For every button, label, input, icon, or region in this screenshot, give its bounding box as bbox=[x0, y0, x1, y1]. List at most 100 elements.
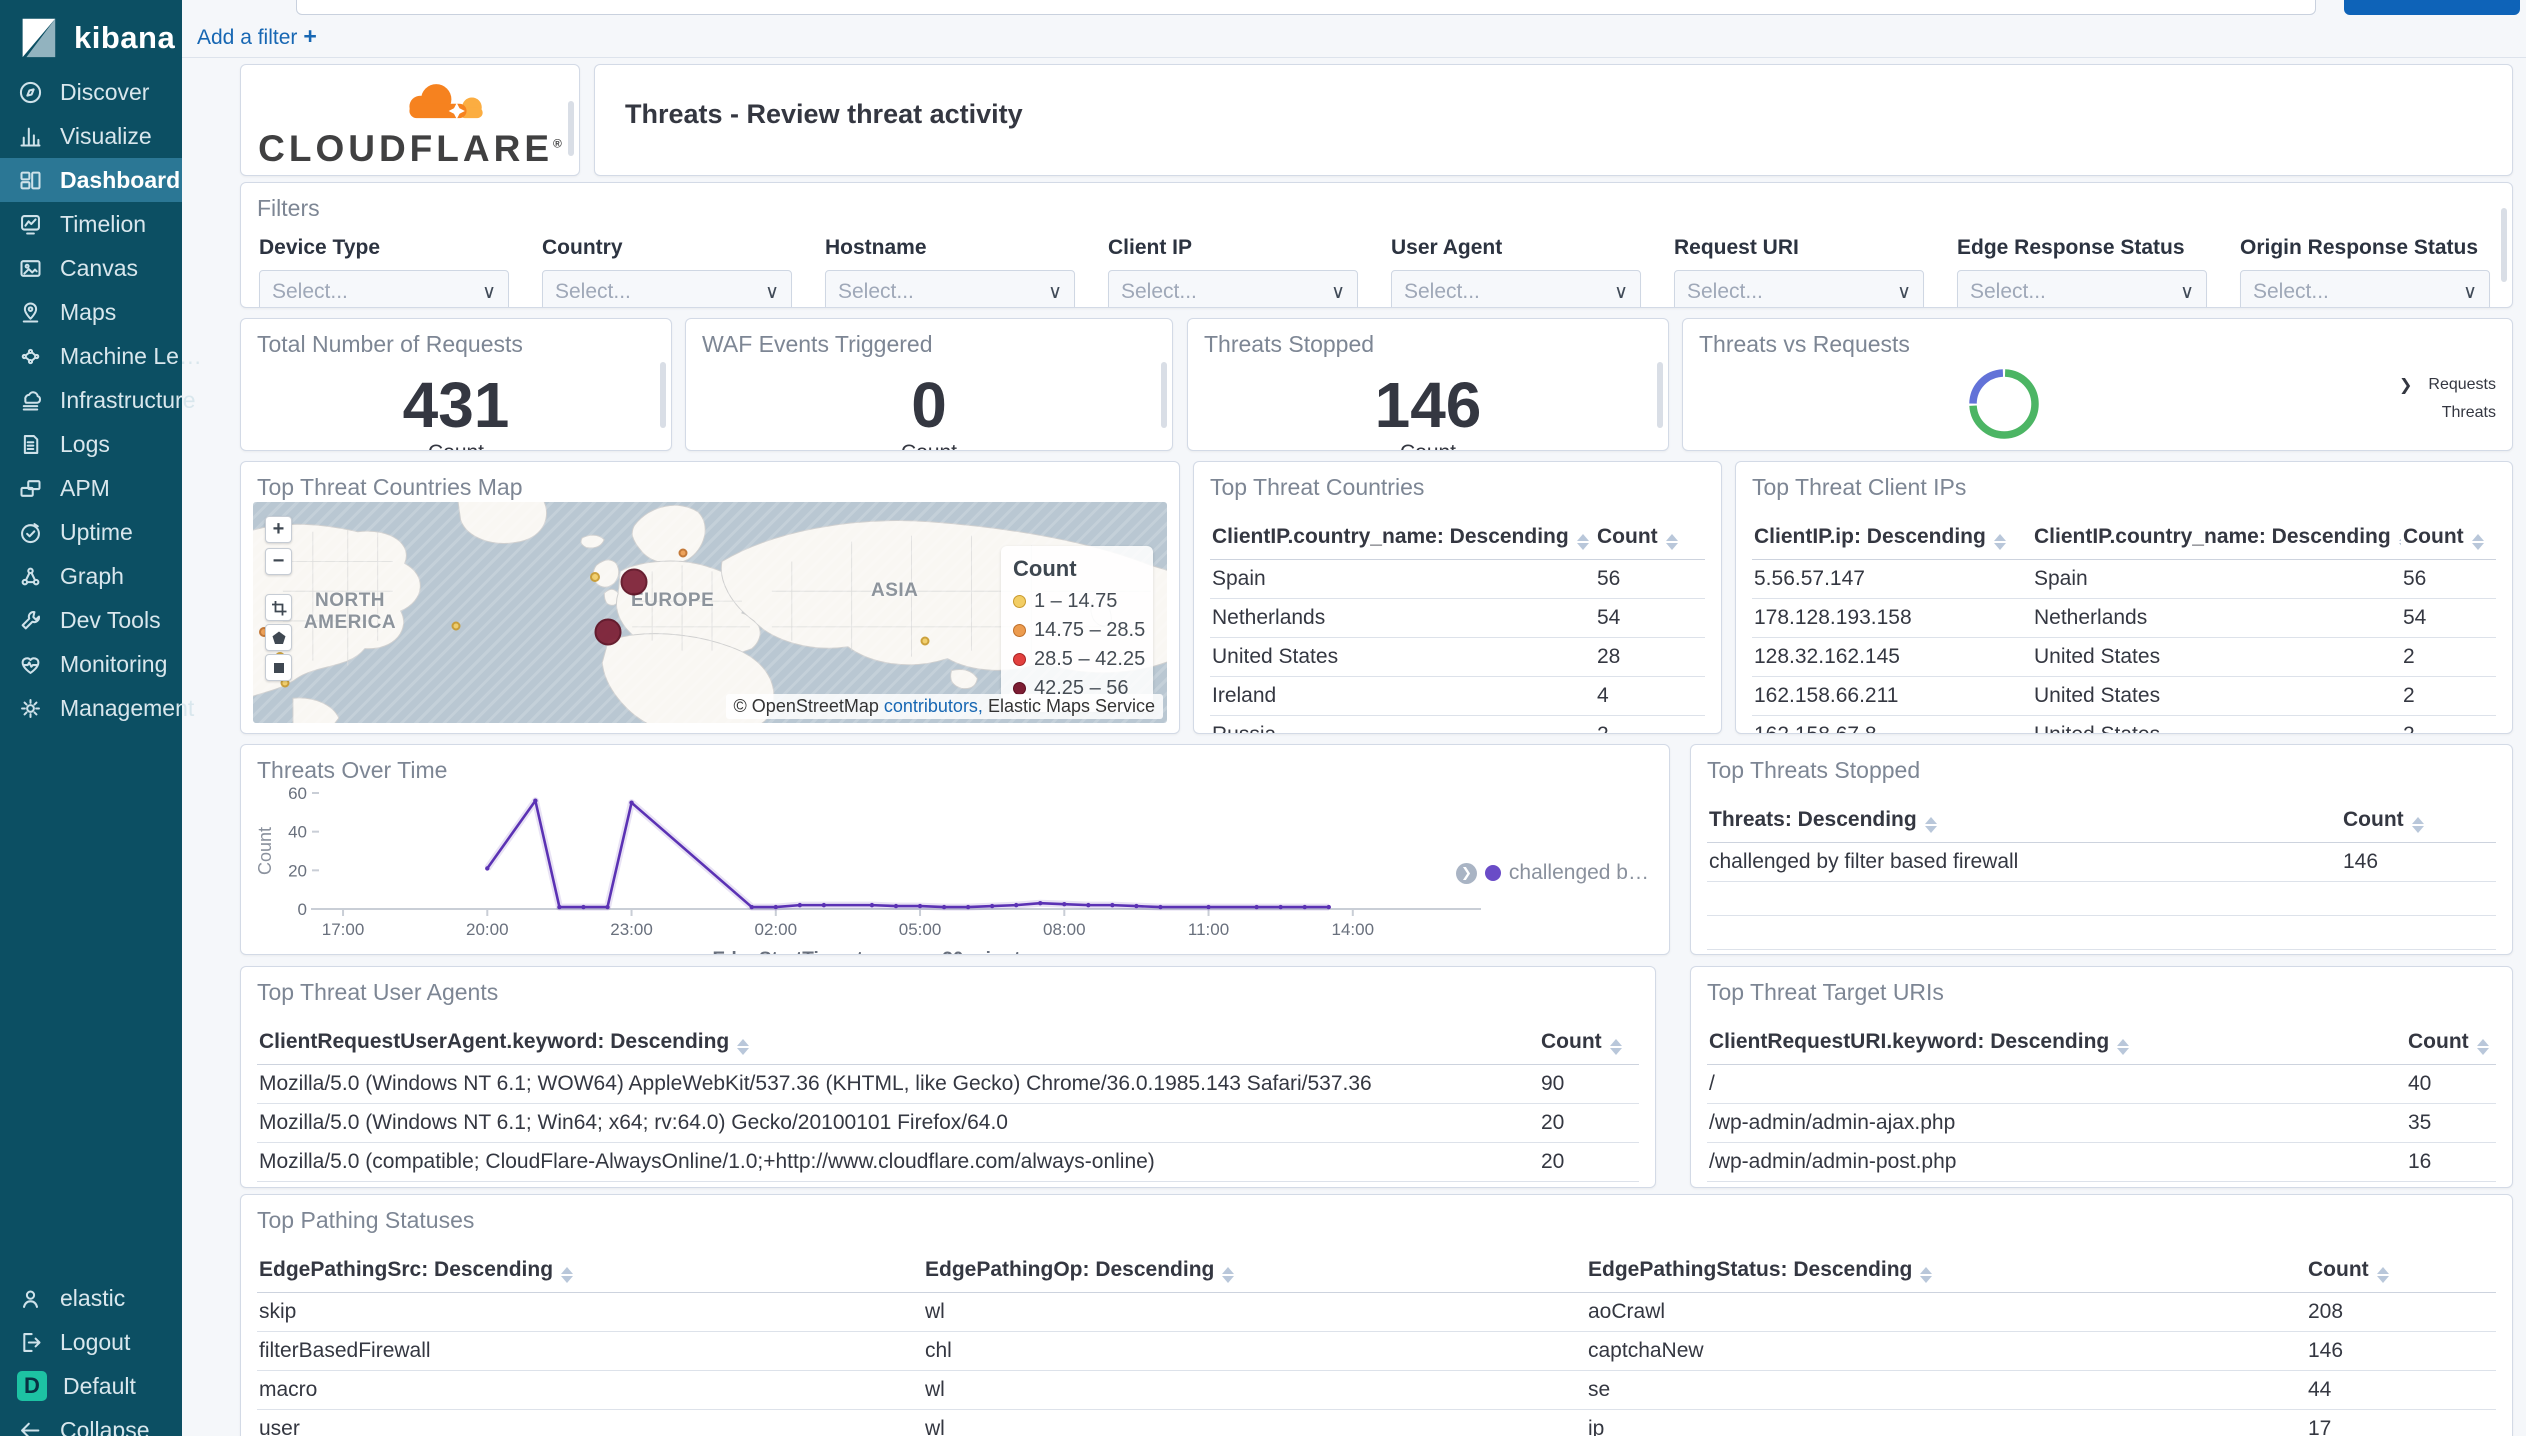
search-input[interactable] bbox=[296, 0, 2316, 15]
kibana-logo-icon bbox=[14, 13, 60, 64]
column-header[interactable]: Count bbox=[2401, 517, 2496, 560]
map-bubble-china[interactable] bbox=[920, 636, 930, 646]
sort-icon[interactable] bbox=[2376, 1267, 2389, 1283]
column-header[interactable]: Count bbox=[2406, 1022, 2496, 1065]
request-uri-select[interactable]: Select... ∨ bbox=[1674, 270, 1924, 307]
legend-expand-icon[interactable]: ❯ bbox=[1455, 862, 1477, 884]
sidebar-item-management[interactable]: Management bbox=[0, 686, 194, 730]
sidebar-item-timelion[interactable]: Timelion bbox=[0, 202, 182, 246]
column-header[interactable]: ClientRequestURI.keyword: Descending bbox=[1707, 1022, 2406, 1065]
sort-icon[interactable] bbox=[2476, 1039, 2489, 1055]
table-cell: user bbox=[257, 1409, 923, 1436]
table-row: Mozilla/5.0 (compatible; MSIE 9.0; Windo… bbox=[257, 1181, 1639, 1187]
map-zoom-out-button[interactable]: − bbox=[265, 548, 292, 575]
legend-expand-icon[interactable]: ❯ bbox=[2399, 375, 2412, 395]
column-header[interactable]: Count bbox=[1539, 1022, 1639, 1065]
edge-response-status-select[interactable]: Select... ∨ bbox=[1957, 270, 2207, 307]
legend-label[interactable]: Requests bbox=[2428, 376, 2496, 394]
map-bubble-russia[interactable] bbox=[678, 548, 688, 558]
threats-arc[interactable] bbox=[1969, 369, 2004, 404]
sidebar-item-logs[interactable]: Logs bbox=[0, 422, 182, 466]
sidebar-item-visualize[interactable]: Visualize bbox=[0, 114, 182, 158]
user-agent-select[interactable]: Select... ∨ bbox=[1391, 270, 1641, 307]
panel-title: WAF Events Triggered bbox=[702, 331, 933, 357]
panel-scrollbar[interactable] bbox=[660, 362, 666, 428]
sort-icon[interactable] bbox=[1920, 1267, 1933, 1283]
sidebar-item-discover[interactable]: Discover bbox=[0, 70, 182, 114]
threats-over-time-chart[interactable]: 0 20 40 60 Count 17:00 20:00 23:00 02:00 05:00 08:… bbox=[255, 781, 1497, 945]
attribution-link[interactable]: contributors, bbox=[884, 696, 983, 716]
sidebar-item-apm[interactable]: APM bbox=[0, 466, 182, 510]
map-bubble-netherlands[interactable] bbox=[620, 568, 648, 596]
column-header[interactable]: ClientRequestUserAgent.keyword: Descendi… bbox=[257, 1022, 1539, 1065]
sidebar-item-monitoring[interactable]: Monitoring bbox=[0, 642, 182, 686]
svg-text:40: 40 bbox=[288, 823, 307, 842]
sort-icon[interactable] bbox=[2117, 1039, 2130, 1055]
sort-icon[interactable] bbox=[2471, 534, 2484, 550]
sidebar-item-collapse[interactable]: Collapse bbox=[0, 1408, 182, 1436]
map-draw-polygon-tool[interactable] bbox=[265, 624, 292, 651]
column-header[interactable]: ClientIP.country_name: Descending bbox=[1210, 517, 1595, 560]
sort-icon[interactable] bbox=[2398, 534, 2401, 550]
sidebar-item-graph[interactable]: Graph bbox=[0, 554, 182, 598]
sort-icon[interactable] bbox=[737, 1039, 750, 1055]
panel-scrollbar[interactable] bbox=[1657, 362, 1663, 428]
panel-scrollbar[interactable] bbox=[2501, 207, 2507, 283]
sidebar-item-elastic[interactable]: elastic bbox=[0, 1276, 182, 1320]
sort-icon[interactable] bbox=[2411, 817, 2424, 833]
sort-icon[interactable] bbox=[1222, 1267, 1235, 1283]
sort-icon[interactable] bbox=[1576, 534, 1589, 550]
sidebar-item-infrastructure[interactable]: Infrastructure bbox=[0, 378, 196, 422]
sort-icon[interactable] bbox=[1924, 817, 1937, 833]
threats-vs-requests-donut[interactable] bbox=[1961, 361, 2047, 447]
sidebar-item-canvas[interactable]: Canvas bbox=[0, 246, 182, 290]
device-type-select[interactable]: Select... ∨ bbox=[259, 270, 509, 307]
panel-scrollbar[interactable] bbox=[568, 101, 574, 157]
sidebar-item-label: Timelion bbox=[60, 210, 147, 237]
map-bubble-united-states[interactable] bbox=[451, 621, 461, 631]
map-bubble-spain[interactable] bbox=[594, 618, 622, 646]
sidebar-item-devtools[interactable]: Dev Tools bbox=[0, 598, 182, 642]
column-header[interactable]: ClientIP.country_name: Descending bbox=[2032, 517, 2401, 560]
table-cell: 2 bbox=[1595, 715, 1705, 733]
kibana-logo[interactable]: kibana bbox=[0, 0, 182, 66]
sidebar-item-uptime[interactable]: Uptime bbox=[0, 510, 182, 554]
column-header[interactable]: ClientIP.ip: Descending bbox=[1752, 517, 2032, 560]
column-header[interactable]: EdgePathingOp: Descending bbox=[923, 1250, 1586, 1293]
column-header[interactable]: Count bbox=[2306, 1250, 2496, 1293]
column-header[interactable]: Count bbox=[2341, 800, 2496, 843]
sidebar-item-dashboard[interactable]: Dashboard bbox=[0, 158, 182, 202]
threat-countries-map-panel: Top Threat Countries Map NORTH AMERICA E… bbox=[240, 461, 1180, 734]
sort-icon[interactable] bbox=[1609, 1039, 1622, 1055]
update-button[interactable] bbox=[2344, 0, 2520, 15]
hostname-select[interactable]: Select... ∨ bbox=[825, 270, 1075, 307]
origin-response-status-select[interactable]: Select... ∨ bbox=[2240, 270, 2490, 307]
column-header[interactable]: Count bbox=[1595, 517, 1705, 560]
map-bubble-united-kingdom[interactable] bbox=[589, 572, 600, 583]
map-viewport[interactable]: NORTH AMERICA EUROPE ASIA + − Count 1 – … bbox=[253, 502, 1167, 723]
sort-icon[interactable] bbox=[1665, 534, 1678, 550]
legend-label[interactable]: Threats bbox=[2442, 404, 2496, 422]
column-header[interactable]: EdgePathingStatus: Descending bbox=[1586, 1250, 2306, 1293]
sort-icon[interactable] bbox=[561, 1267, 574, 1283]
table-cell: Mozilla/5.0 (compatible; CloudFlare-Alwa… bbox=[257, 1142, 1539, 1182]
sidebar-item-maps[interactable]: Maps bbox=[0, 290, 182, 334]
svg-text:14:00: 14:00 bbox=[1332, 920, 1375, 939]
svg-text:08:00: 08:00 bbox=[1043, 920, 1086, 939]
panel-scrollbar[interactable] bbox=[1161, 362, 1167, 428]
map-draw-rectangle-tool[interactable] bbox=[265, 654, 292, 681]
legend-label[interactable]: challenged b… bbox=[1509, 861, 1649, 885]
sidebar-item-logout[interactable]: Logout bbox=[0, 1320, 182, 1364]
map-draw-bounds-tool[interactable] bbox=[265, 594, 292, 621]
country-select[interactable]: Select... ∨ bbox=[542, 270, 792, 307]
add-filter-link[interactable]: Add a filter + bbox=[197, 23, 317, 50]
map-zoom-in-button[interactable]: + bbox=[265, 516, 292, 543]
registered-mark: ® bbox=[553, 136, 562, 151]
column-header[interactable]: EdgePathingSrc: Descending bbox=[257, 1250, 923, 1293]
sidebar-item-default[interactable]: D Default bbox=[0, 1364, 182, 1408]
sort-icon[interactable] bbox=[1993, 534, 2006, 550]
table-cell: Spain bbox=[2032, 559, 2401, 599]
column-header[interactable]: Threats: Descending bbox=[1707, 800, 2341, 843]
client-ip-select[interactable]: Select... ∨ bbox=[1108, 270, 1358, 307]
sidebar-item-ml[interactable]: Machine Le… bbox=[0, 334, 202, 378]
